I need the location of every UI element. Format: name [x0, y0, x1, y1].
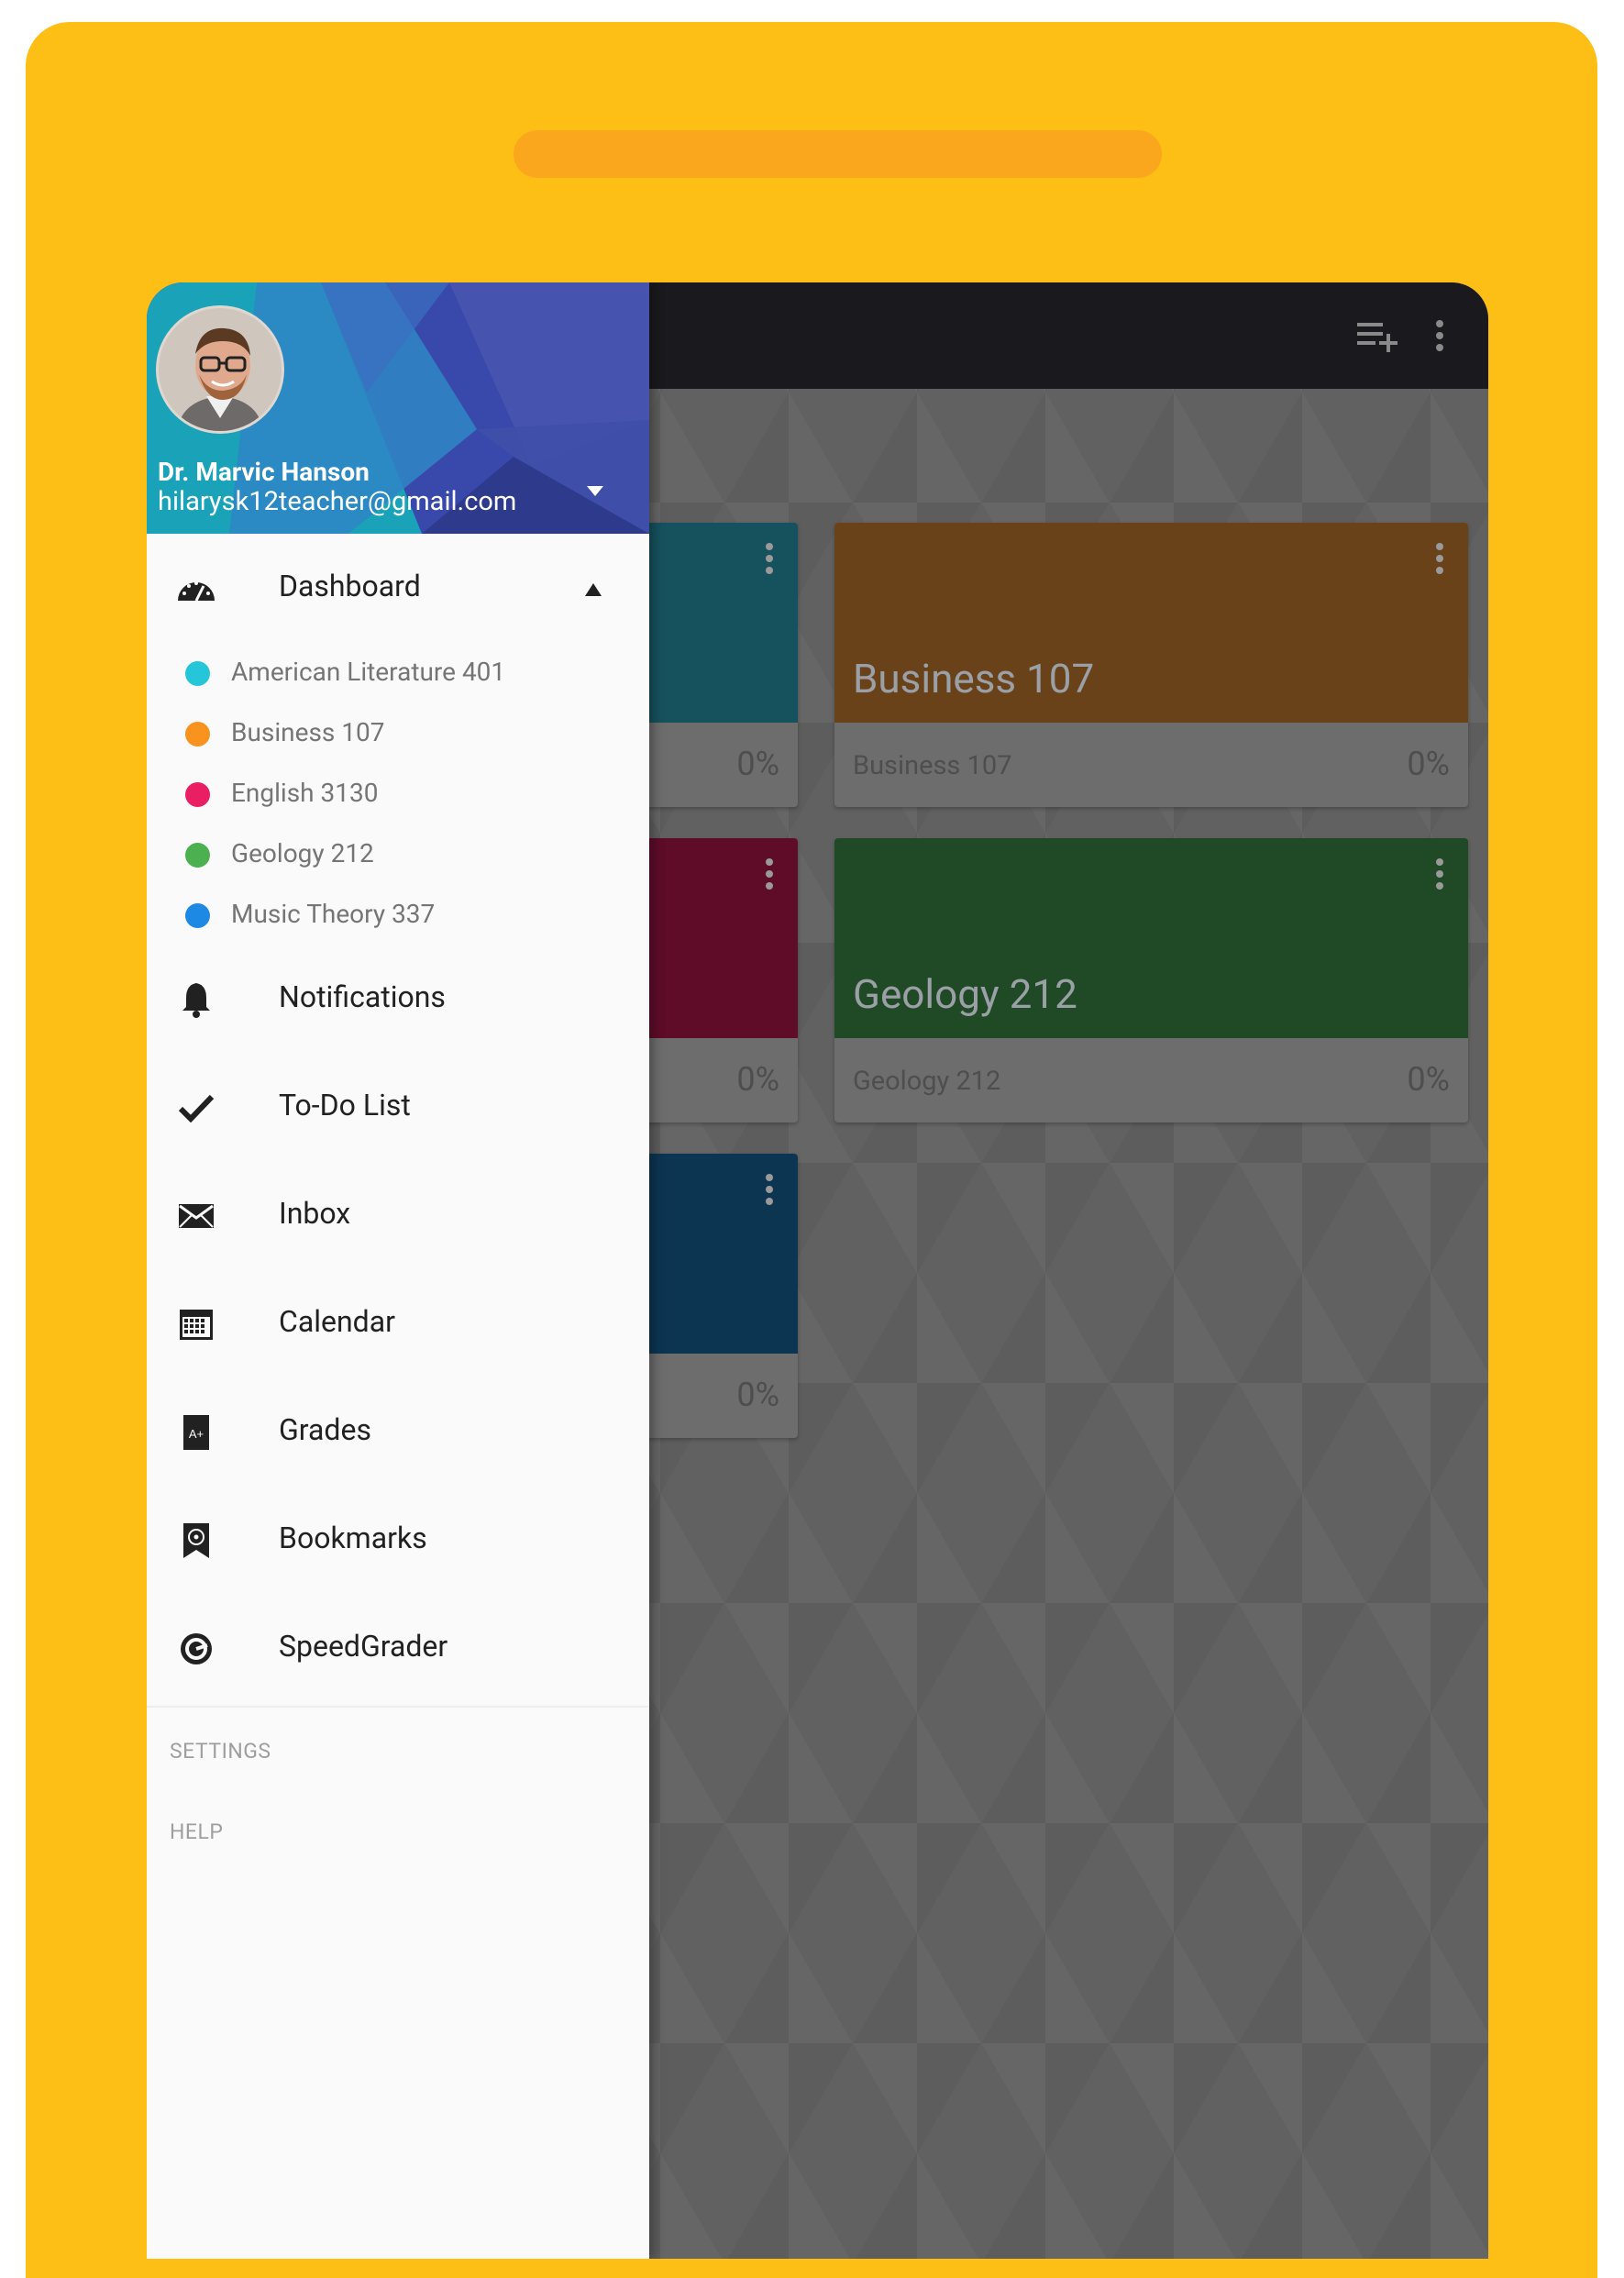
course-list-item[interactable]: English 3130: [147, 767, 649, 822]
calendar-icon: [174, 1302, 218, 1346]
nav-label: Calendar: [279, 1304, 395, 1339]
nav-item-calendar[interactable]: Calendar: [147, 1278, 649, 1370]
check-icon: [174, 1086, 218, 1130]
card-title: Geology 212: [853, 970, 1077, 1018]
card-percent: 0%: [1407, 745, 1450, 783]
card-title: Business 107: [853, 655, 1095, 702]
course-label: English 3130: [231, 778, 379, 808]
speedgrader-icon: [174, 1627, 218, 1671]
nav-item-notifications[interactable]: Notifications: [147, 954, 649, 1045]
svg-text:A+: A+: [189, 1427, 204, 1441]
user-name: Dr. Marvic Hanson: [158, 457, 370, 487]
nav-item-grades[interactable]: A+ Grades: [147, 1387, 649, 1478]
nav-item-speedgrader[interactable]: SpeedGrader: [147, 1603, 649, 1695]
nav-item-inbox[interactable]: Inbox: [147, 1170, 649, 1262]
nav-item-bookmarks[interactable]: Bookmarks: [147, 1495, 649, 1587]
card-course-name: Geology 212: [853, 1066, 1001, 1097]
drawer-divider: [147, 1706, 649, 1708]
course-card[interactable]: Business 107 Business 107 0%: [834, 523, 1468, 807]
course-list-item[interactable]: Business 107: [147, 706, 649, 761]
course-list-item[interactable]: Geology 212: [147, 827, 649, 882]
grades-icon: A+: [174, 1410, 218, 1454]
nav-label: Bookmarks: [279, 1521, 427, 1555]
course-color-dot: [185, 782, 210, 807]
course-list-item[interactable]: Music Theory 337: [147, 888, 649, 943]
dashboard-gauge-icon: [174, 567, 218, 611]
course-color-dot: [185, 903, 210, 928]
card-options-icon[interactable]: [1435, 858, 1444, 890]
course-color-dot: [185, 722, 210, 746]
card-percent: 0%: [736, 745, 779, 783]
course-label: Business 107: [231, 717, 385, 747]
course-label: Geology 212: [231, 838, 374, 868]
navigation-drawer: Dr. Marvic Hanson hilarysk12teacher@gmai…: [147, 282, 649, 2259]
card-options-icon[interactable]: [765, 1174, 774, 1205]
nav-item-todo[interactable]: To-Do List: [147, 1062, 649, 1154]
app-screen: 0% Business 107 Business 107 0% 0% Geolo…: [147, 282, 1488, 2259]
course-label: Music Theory 337: [231, 899, 436, 929]
account-dropdown-icon[interactable]: [587, 486, 603, 496]
card-hero: Geology 212: [834, 838, 1468, 1038]
nav-label: Inbox: [279, 1196, 351, 1231]
nav-label: Notifications: [279, 979, 446, 1014]
nav-label: Dashboard: [279, 569, 421, 603]
card-options-icon[interactable]: [765, 858, 774, 890]
nav-item-dashboard[interactable]: Dashboard: [147, 543, 649, 635]
add-to-list-icon[interactable]: [1355, 314, 1399, 358]
card-percent: 0%: [736, 1376, 779, 1414]
device-speaker: [514, 130, 1162, 178]
course-list-item[interactable]: American Literature 401: [147, 646, 649, 701]
course-card[interactable]: Geology 212 Geology 212 0%: [834, 838, 1468, 1122]
help-link[interactable]: HELP: [170, 1819, 223, 1844]
card-hero: Business 107: [834, 523, 1468, 723]
card-course-name: Business 107: [853, 750, 1012, 781]
card-percent: 0%: [736, 1060, 779, 1099]
card-options-icon[interactable]: [765, 543, 774, 574]
course-color-dot: [185, 843, 210, 868]
collapse-caret-icon[interactable]: [585, 583, 602, 596]
card-options-icon[interactable]: [1435, 543, 1444, 574]
nav-label: SpeedGrader: [279, 1629, 448, 1664]
user-email: hilarysk12teacher@gmail.com: [158, 486, 517, 517]
nav-label: Grades: [279, 1412, 371, 1447]
bell-icon: [174, 978, 218, 1022]
drawer-header: Dr. Marvic Hanson hilarysk12teacher@gmai…: [147, 282, 649, 534]
avatar[interactable]: [156, 305, 284, 434]
course-label: American Literature 401: [231, 657, 506, 687]
settings-link[interactable]: SETTINGS: [170, 1739, 271, 1764]
course-color-dot: [185, 661, 210, 686]
card-percent: 0%: [1407, 1060, 1450, 1099]
envelope-icon: [174, 1194, 218, 1238]
nav-label: To-Do List: [279, 1088, 411, 1122]
bookmark-icon: [174, 1519, 218, 1563]
more-options-icon[interactable]: [1418, 314, 1462, 358]
